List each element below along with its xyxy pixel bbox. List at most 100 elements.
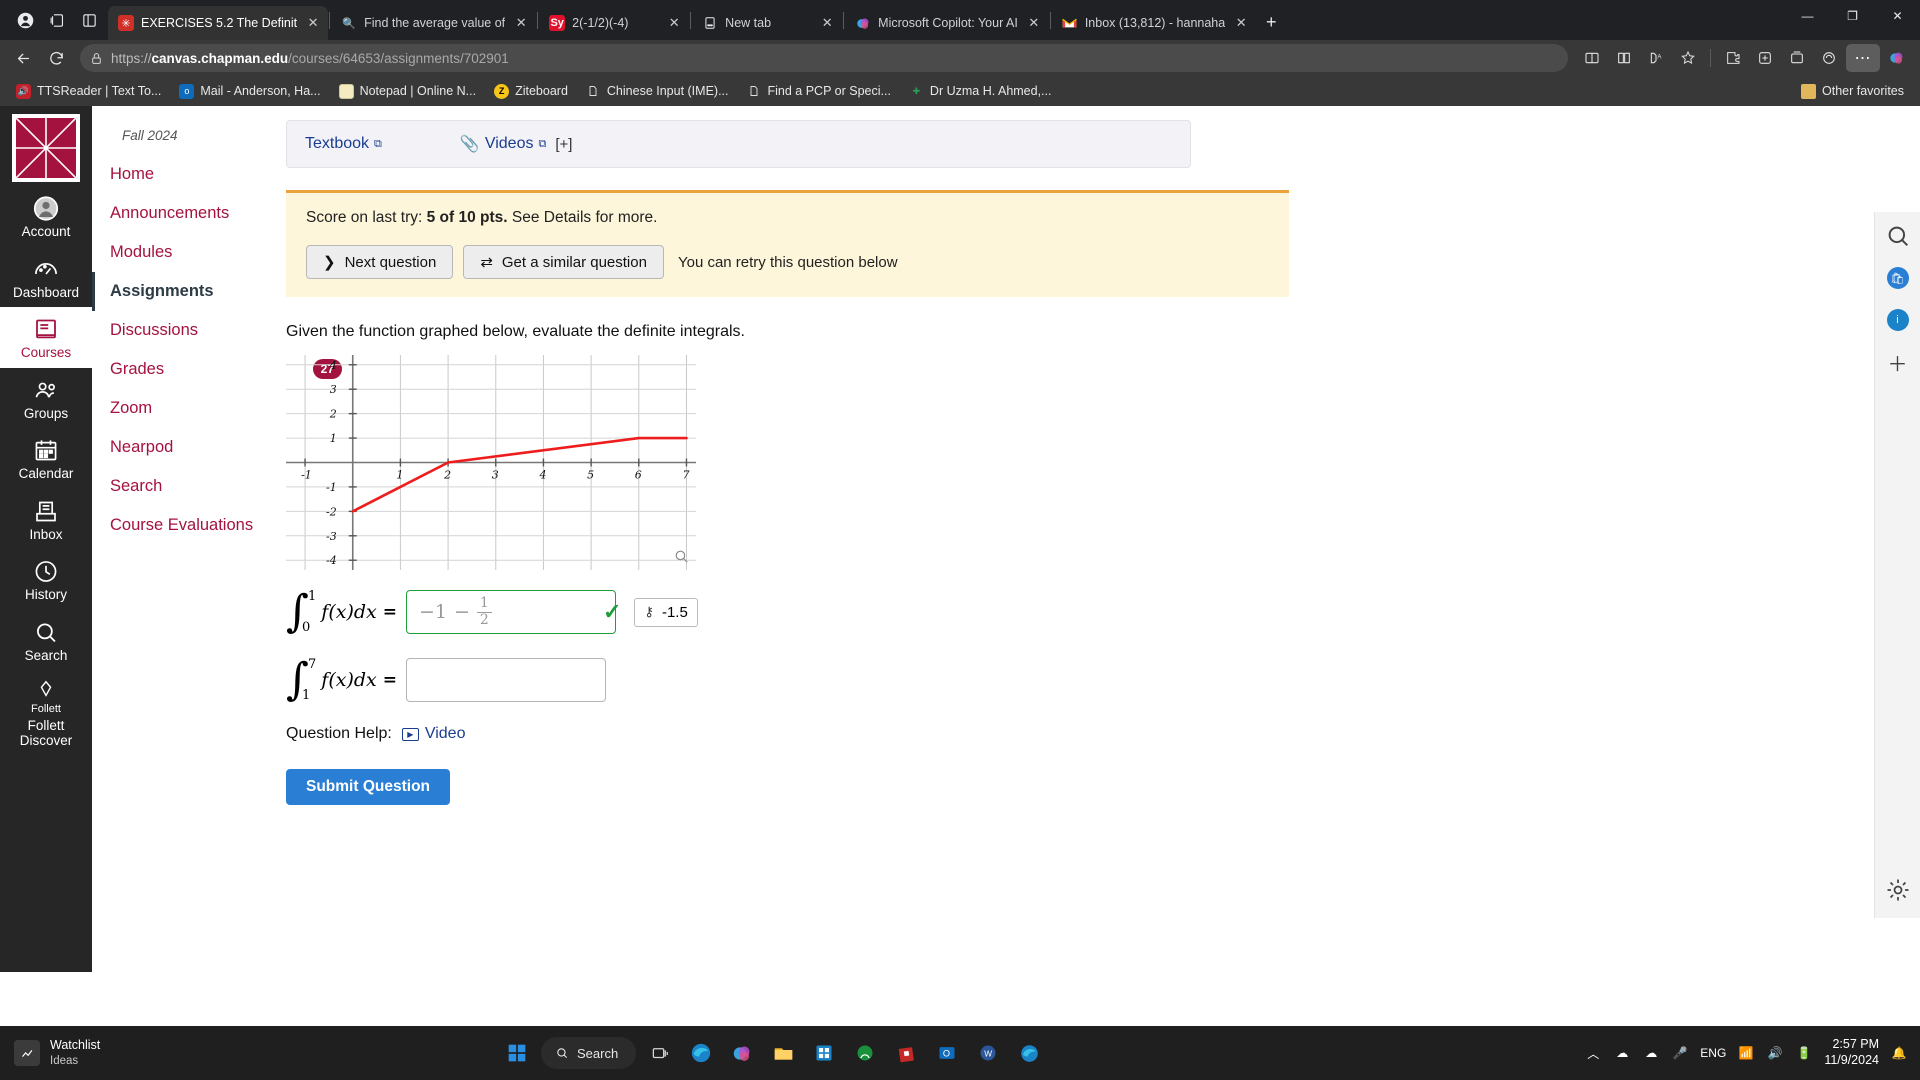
split-screen-icon[interactable] [74,5,104,35]
course-nav-item-nearpod[interactable]: Nearpod [92,428,270,467]
edge-icon[interactable] [684,1036,718,1070]
tab-close-icon[interactable]: ✕ [818,14,836,32]
course-nav-item-announcements[interactable]: Announcements [92,194,270,233]
outlook-icon[interactable]: O [930,1036,964,1070]
browser-essentials-icon[interactable] [1750,43,1780,73]
back-icon[interactable] [8,43,38,73]
tab-close-icon[interactable]: ✕ [304,14,322,32]
edge2-icon[interactable] [1012,1036,1046,1070]
question-help-video-link[interactable]: ▶ Video [401,725,465,743]
course-nav-item-assignments[interactable]: Assignments [92,272,270,311]
bookmark-3[interactable]: Z Ziteboard [486,81,576,102]
onedrive-icon[interactable]: ☁ [1642,1044,1660,1062]
textbook-link[interactable]: Textbook ⧉ [305,135,382,153]
taskbar-search-button[interactable]: Search [541,1037,637,1069]
global-nav-account[interactable]: Account [0,186,92,247]
read-aloud-icon[interactable]: A [1641,43,1671,73]
tab-1[interactable]: 🔍 Find the average value of ✕ [331,6,536,40]
next-question-button[interactable]: ❯ Next question [306,245,454,279]
wifi-icon[interactable]: 📶 [1737,1044,1755,1062]
reload-icon[interactable] [41,43,71,73]
sidebar-settings-icon[interactable] [1884,876,1912,904]
close-button[interactable]: ✕ [1875,0,1920,32]
split-view-icon[interactable] [1577,43,1607,73]
tab-close-icon[interactable]: ✕ [512,14,530,32]
profile-avatar-icon[interactable] [10,5,40,35]
bookmark-2[interactable]: Notepad | Online N... [331,81,485,102]
store-icon[interactable] [807,1036,841,1070]
copilot-icon[interactable] [725,1036,759,1070]
global-nav-groups[interactable]: Groups [0,368,92,429]
tab-2[interactable]: Sy 2(-1/2)(-4) ✕ [539,6,689,40]
global-nav-calendar[interactable]: Calendar [0,428,92,489]
get-similar-question-button[interactable]: ⇄ Get a similar question [463,245,664,279]
maximize-button[interactable]: ❐ [1830,0,1875,32]
videos-link[interactable]: Videos [485,135,534,153]
course-nav-item-course-evaluations[interactable]: Course Evaluations [92,506,270,545]
other-favorites-button[interactable]: Other favorites [1793,81,1912,102]
microphone-icon[interactable]: 🎤 [1671,1044,1689,1062]
magnify-icon[interactable] [673,548,690,570]
task-view-icon[interactable] [643,1036,677,1070]
global-nav-inbox[interactable]: Inbox [0,489,92,550]
notifications-icon[interactable]: 🔔 [1890,1044,1908,1062]
tab-0[interactable]: ✳ EXERCISES 5.2 The Definit ✕ [108,6,329,40]
collections-icon[interactable] [1782,43,1812,73]
roblox-icon[interactable] [889,1036,923,1070]
xbox-icon[interactable] [848,1036,882,1070]
sidebar-add-icon[interactable]: ＋ [1884,348,1912,376]
battery-icon[interactable]: 🔋 [1795,1044,1813,1062]
score-chip-1[interactable]: ⚷ -1.5 [634,597,698,627]
course-nav-item-search[interactable]: Search [92,467,270,506]
tab-3[interactable]: New tab ✕ [692,6,842,40]
new-tab-button[interactable]: + [1256,7,1286,37]
tab-5[interactable]: Inbox (13,812) - hannaha ✕ [1052,6,1256,40]
global-nav-courses[interactable]: Courses [0,307,92,368]
tab-close-icon[interactable]: ✕ [1025,14,1043,32]
extensions-icon[interactable] [1718,43,1748,73]
copilot-sidebar-icon[interactable] [1882,43,1912,73]
function-graph[interactable]: -1 1 2 3 4 5 6 7 4 3 2 1 -1 -2 -3 -4 [286,355,696,575]
volume-icon[interactable]: 🔊 [1766,1044,1784,1062]
tab-collections-icon[interactable] [42,5,72,35]
answer-input-2[interactable] [405,658,606,702]
sidebar-tools-icon[interactable]: i [1884,306,1912,334]
favorite-star-icon[interactable] [1673,43,1703,73]
drop-icon[interactable] [1814,43,1844,73]
global-nav-history[interactable]: History [0,549,92,610]
sidebar-search-icon[interactable] [1884,222,1912,250]
course-nav-item-zoom[interactable]: Zoom [92,389,270,428]
immersive-reader-icon[interactable] [1609,43,1639,73]
global-nav-dashboard[interactable]: Dashboard [0,247,92,308]
tab-4[interactable]: Microsoft Copilot: Your AI ✕ [845,6,1049,40]
taskbar-widget[interactable]: Watchlist Ideas [0,1038,250,1068]
start-icon[interactable] [500,1036,534,1070]
course-nav-item-home[interactable]: Home [92,155,270,194]
answer-input-1[interactable]: −1 − 1 2 [405,590,616,634]
word-icon[interactable]: W [971,1036,1005,1070]
bookmark-4[interactable]: Chinese Input (IME)... [578,81,737,102]
submit-question-button[interactable]: Submit Question [286,769,450,805]
minimize-button[interactable]: — [1785,0,1830,32]
sidebar-shopping-icon[interactable]: 🛍 [1884,264,1912,292]
clock[interactable]: 2:57 PM 11/9/2024 [1824,1037,1879,1068]
settings-and-more-icon[interactable]: ⋯ [1846,44,1880,72]
expand-toggle[interactable]: [+] [555,136,572,153]
tray-expand-icon[interactable]: ︿ [1584,1044,1602,1062]
chapman-logo[interactable] [12,114,80,182]
tab-close-icon[interactable]: ✕ [1232,14,1250,32]
course-nav-item-grades[interactable]: Grades 27 [92,350,342,389]
global-nav-follett-discover[interactable]: Follett Follett Discover [0,670,92,756]
file-explorer-icon[interactable] [766,1036,800,1070]
language-indicator[interactable]: ENG [1700,1046,1726,1060]
bookmark-1[interactable]: o Mail - Anderson, Ha... [171,81,328,102]
bookmark-6[interactable]: ✚ Dr Uzma H. Ahmed,... [901,81,1060,102]
address-bar[interactable]: https://canvas.chapman.edu/courses/64653… [80,44,1568,72]
bookmark-5[interactable]: Find a PCP or Speci... [738,81,898,102]
weather-icon[interactable]: ☁ [1613,1044,1631,1062]
global-nav-search[interactable]: Search [0,610,92,671]
bookmark-0[interactable]: 🔊 TTSReader | Text To... [8,81,169,102]
course-nav-item-discussions[interactable]: Discussions [92,311,270,350]
tab-close-icon[interactable]: ✕ [665,14,683,32]
course-nav-item-modules[interactable]: Modules [92,233,270,272]
